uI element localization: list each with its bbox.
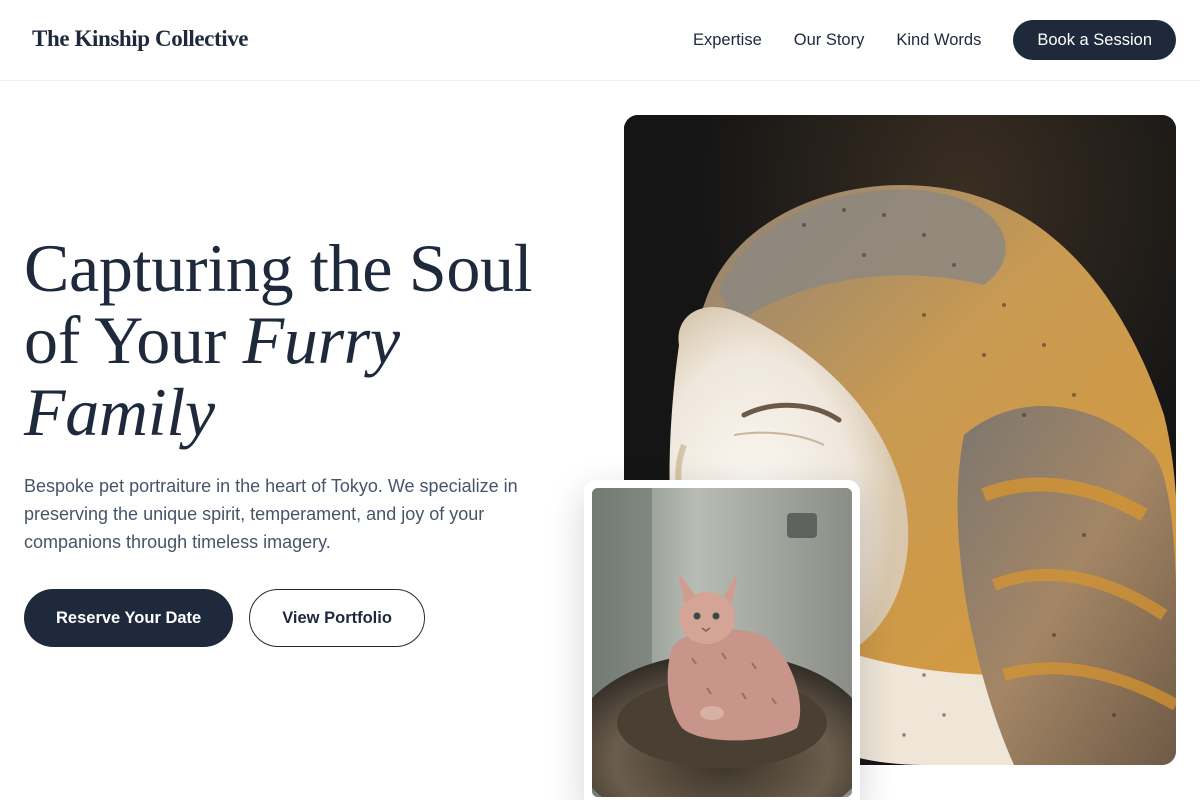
hero-title-line1: Capturing the Soul: [24, 230, 533, 306]
hero-subtitle: Bespoke pet portraiture in the heart of …: [24, 476, 518, 552]
brand-logo[interactable]: The Kinship Collective: [32, 26, 249, 52]
nav-link-kind-words[interactable]: Kind Words: [896, 31, 981, 50]
inset-photo-card: [584, 480, 860, 800]
cat-illustration: [592, 488, 852, 797]
inset-cat-image: [592, 488, 852, 797]
main-nav: Expertise Our Story Kind Words Book a Se…: [693, 20, 1176, 60]
hero-title: Capturing the Soul of Your Furry Family: [24, 232, 604, 448]
book-session-button[interactable]: Book a Session: [1013, 20, 1176, 60]
nav-link-expertise[interactable]: Expertise: [693, 31, 762, 50]
reserve-date-button[interactable]: Reserve Your Date: [24, 589, 234, 647]
site-header: The Kinship Collective Expertise Our Sto…: [0, 0, 1200, 81]
view-portfolio-button[interactable]: View Portfolio: [249, 589, 425, 647]
hero-title-italic-furry: Furry: [242, 302, 400, 378]
nav-link-our-story[interactable]: Our Story: [794, 31, 865, 50]
hero-actions: Reserve Your Date View Portfolio: [24, 589, 425, 647]
hero-title-italic-family: Family: [24, 374, 215, 450]
hero-title-line2: of Your: [24, 302, 243, 378]
